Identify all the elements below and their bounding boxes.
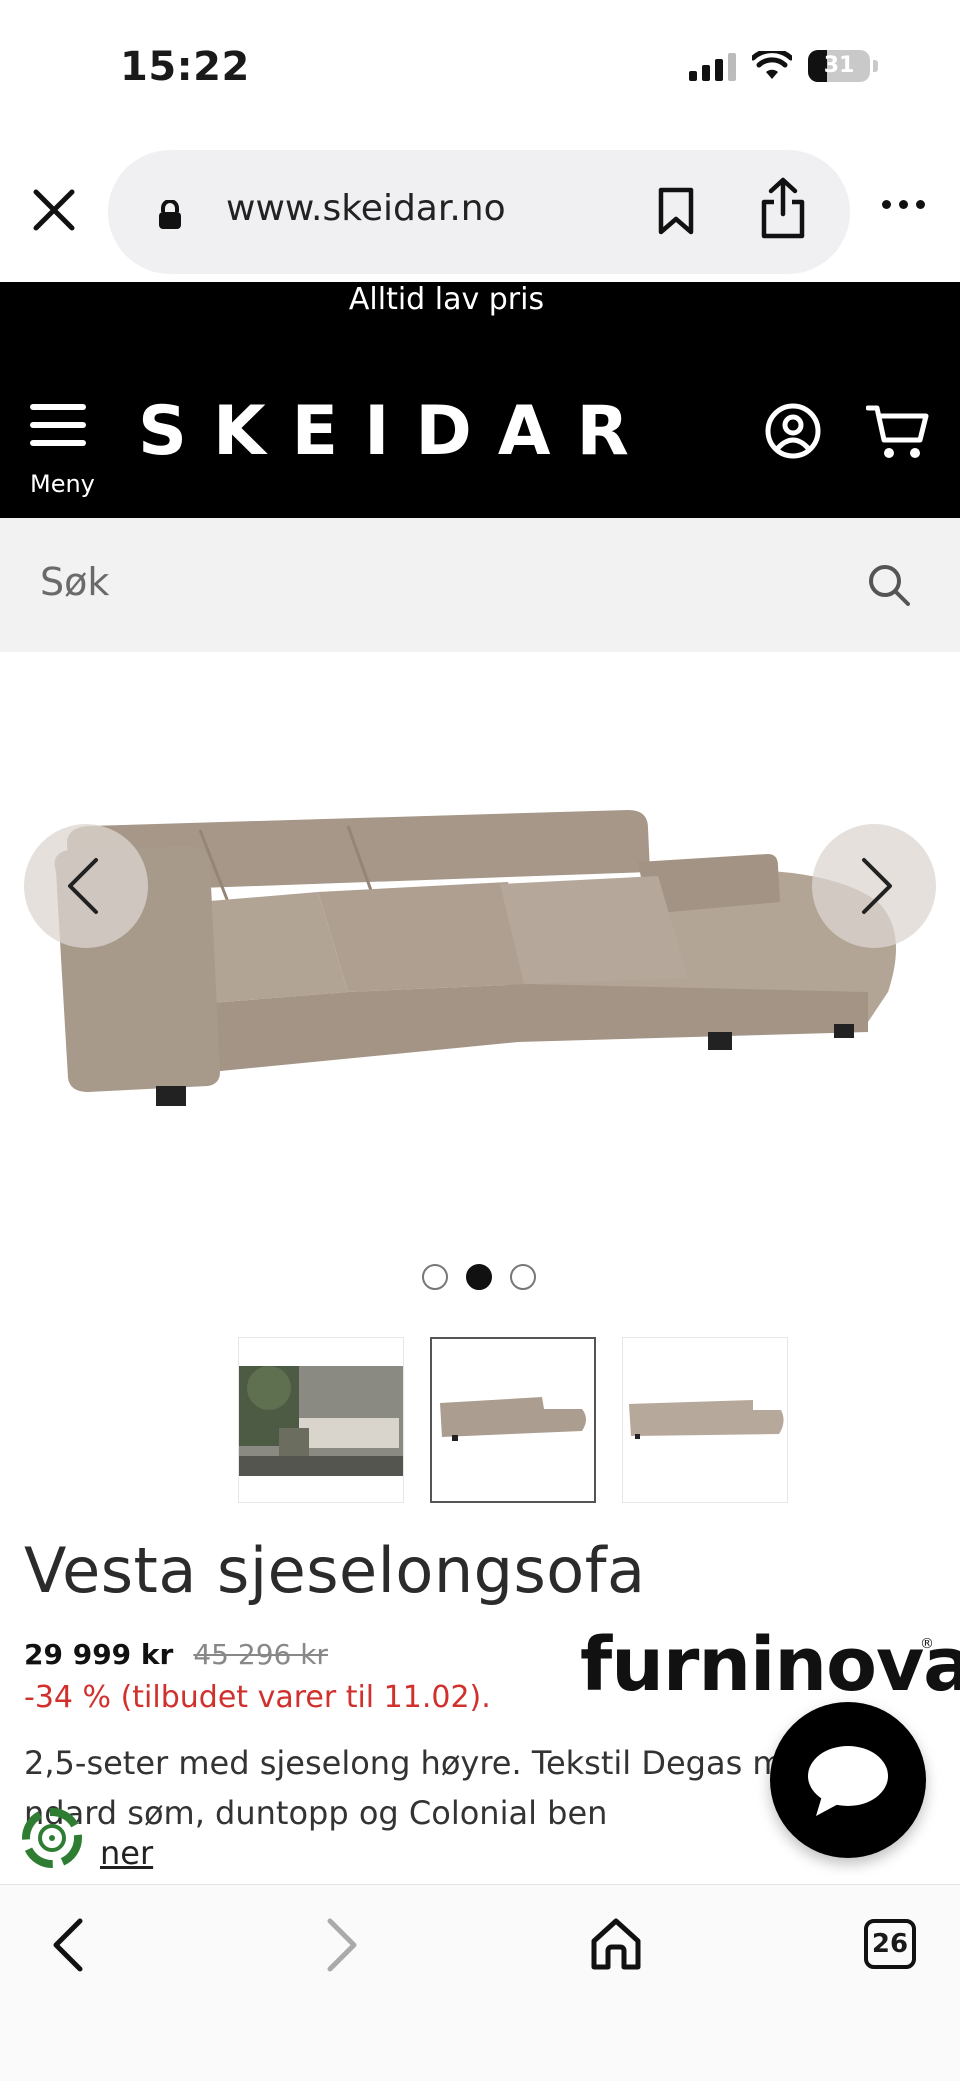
thumbnail-lifestyle[interactable] <box>238 1337 404 1503</box>
discount-text: -34 % (tilbudet varer til 11.02). <box>24 1680 491 1715</box>
address-bar[interactable]: www.skeidar.no <box>108 150 850 274</box>
product-image <box>54 810 896 1106</box>
battery-level: 31 <box>823 53 855 78</box>
thumbnail-strip <box>238 1337 788 1503</box>
cart-icon[interactable] <box>866 402 930 462</box>
chat-button[interactable] <box>770 1702 926 1858</box>
gallery-dot[interactable] <box>510 1264 536 1290</box>
status-time: 15:22 <box>120 44 250 90</box>
menu-button[interactable]: Meny <box>30 404 100 498</box>
registered-mark-icon: ® <box>920 1636 934 1652</box>
next-image-button[interactable] <box>812 824 936 948</box>
lock-icon <box>159 200 181 229</box>
close-icon[interactable] <box>28 184 80 236</box>
sofa-thumbnail <box>440 1397 586 1441</box>
promo-text: Alltid lav pris <box>348 282 545 317</box>
site-header: Meny SKEIDAR <box>0 352 960 518</box>
back-icon[interactable] <box>48 1917 88 1973</box>
eco-badge-icon[interactable] <box>18 1804 86 1872</box>
more-options-icon[interactable] <box>882 200 925 209</box>
gallery-dot-active[interactable] <box>466 1264 492 1290</box>
product-title: Vesta sjeselongsofa <box>24 1534 646 1607</box>
product-image-gallery[interactable] <box>0 652 960 1252</box>
lifestyle-photo <box>239 1366 403 1476</box>
home-icon[interactable] <box>590 1917 642 1971</box>
site-logo[interactable]: SKEIDAR <box>138 392 655 471</box>
read-more-link[interactable]: ner <box>100 1834 153 1872</box>
price-row: 29 999 kr 45 296 kr <box>24 1638 328 1671</box>
share-icon[interactable] <box>758 176 808 240</box>
search-bar <box>0 518 960 652</box>
wifi-icon <box>752 51 792 79</box>
promo-banner: Alltid lav pris <box>0 282 960 352</box>
chat-bubble-icon <box>808 1746 888 1816</box>
brand-logo: furninova <box>580 1622 960 1708</box>
battery-icon: 31 <box>808 50 870 82</box>
browser-address-row: www.skeidar.no <box>0 140 960 280</box>
forward-icon[interactable] <box>322 1917 362 1973</box>
gallery-pagination <box>422 1264 536 1290</box>
menu-label: Meny <box>30 470 95 498</box>
search-icon[interactable] <box>866 562 912 608</box>
hamburger-icon <box>30 404 100 446</box>
product-description: 2,5-seter med sjeselong høyre. Tekstil D… <box>24 1744 815 1832</box>
tabs-button[interactable]: 26 <box>864 1919 916 1969</box>
current-price: 29 999 kr <box>24 1638 174 1671</box>
gallery-dot[interactable] <box>422 1264 448 1290</box>
thumbnail-sofa-side[interactable] <box>622 1337 788 1503</box>
prev-image-button[interactable] <box>24 824 148 948</box>
status-icons: 31 <box>689 50 878 82</box>
sofa-thumbnail <box>629 1400 784 1439</box>
url-text: www.skeidar.no <box>226 188 506 229</box>
chevron-right-icon <box>862 858 892 914</box>
chevron-left-icon <box>68 858 98 914</box>
bookmark-icon[interactable] <box>656 186 696 236</box>
account-icon[interactable] <box>764 402 822 460</box>
thumbnail-sofa-front[interactable] <box>430 1337 596 1503</box>
browser-bottom-toolbar: 26 <box>0 1884 960 2081</box>
search-input[interactable] <box>40 552 840 612</box>
old-price: 45 296 kr <box>193 1638 328 1671</box>
status-bar: 15:22 31 <box>0 0 960 140</box>
cellular-signal-icon <box>689 51 736 81</box>
